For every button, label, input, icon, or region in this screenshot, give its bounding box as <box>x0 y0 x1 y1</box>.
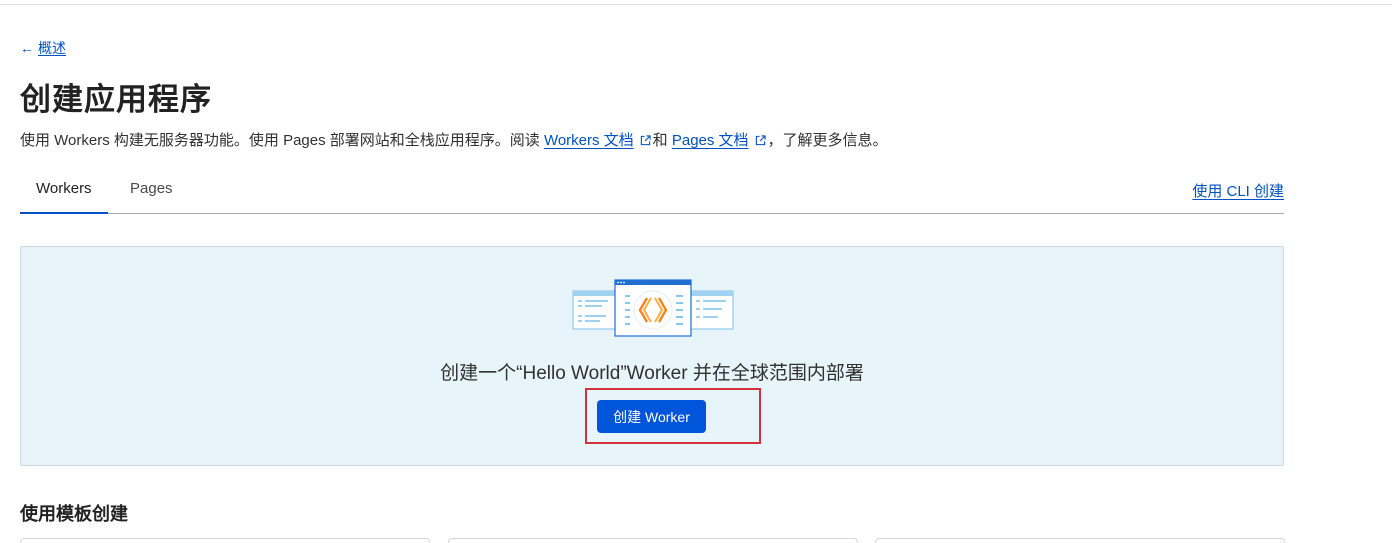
hello-world-hero: 创建一个“Hello World”Worker 并在全球范围内部署 创建 Wor… <box>20 246 1284 466</box>
external-link-icon <box>755 135 766 146</box>
description-text-1: 使用 Workers 构建无服务器功能。使用 Pages 部署网站和全栈应用程序… <box>20 132 544 149</box>
page-description: 使用 Workers 构建无服务器功能。使用 Pages 部署网站和全栈应用程序… <box>20 129 888 150</box>
workers-docs-link[interactable]: Workers 文档 <box>544 132 634 149</box>
tab-pages[interactable]: Pages <box>130 168 173 212</box>
description-text-3: ，了解更多信息。 <box>767 132 888 149</box>
back-link-label: 概述 <box>38 40 66 56</box>
back-to-overview-link[interactable]: ← 概述 <box>20 38 66 58</box>
hero-heading: 创建一个“Hello World”Worker 并在全球范围内部署 <box>440 363 864 384</box>
template-card[interactable] <box>20 538 430 543</box>
template-card[interactable] <box>448 538 858 543</box>
description-text-2: 和 <box>652 132 672 149</box>
create-with-cli-link[interactable]: 使用 CLI 创建 <box>1192 180 1284 201</box>
external-link-icon <box>640 135 651 146</box>
top-divider <box>0 4 1392 5</box>
pages-docs-link[interactable]: Pages 文档 <box>672 132 749 149</box>
templates-section-title: 使用模板创建 <box>20 504 128 524</box>
app-type-tabs: Workers Pages 使用 CLI 创建 <box>20 168 1284 214</box>
template-card[interactable] <box>875 538 1285 543</box>
create-worker-button[interactable]: 创建 Worker <box>597 400 706 433</box>
arrow-left-icon: ← <box>20 40 34 56</box>
workers-illustration <box>572 279 734 337</box>
tab-workers[interactable]: Workers <box>20 168 108 214</box>
page-title: 创建应用程序 <box>20 82 212 117</box>
